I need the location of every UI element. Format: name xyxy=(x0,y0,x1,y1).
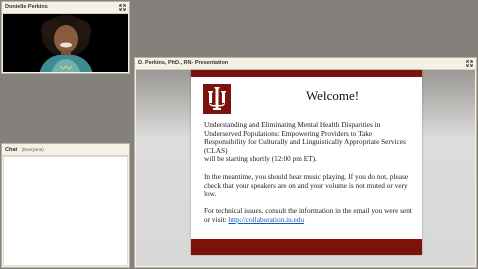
presentation-pod: D. Perkins, PhD., RN- Presentation Welco… xyxy=(134,57,477,268)
slide-heading: Welcome! xyxy=(305,88,360,103)
chat-pod-title: Chat (Everyone) xyxy=(2,144,129,156)
expand-icon[interactable] xyxy=(466,60,473,67)
slide-start-note: will be starting shortly (12:00 pm ET). xyxy=(204,154,317,163)
camera-pod: Donielle Perkins xyxy=(1,1,130,74)
camera-pod-title: Donielle Perkins xyxy=(2,2,129,14)
expand-icon[interactable] xyxy=(119,4,126,11)
slide-top-bar xyxy=(191,70,422,77)
slide: Welcome! Understanding and Eliminating M… xyxy=(191,70,422,255)
presentation-pod-title: D. Perkins, PhD., RN- Presentation xyxy=(135,58,476,70)
chat-messages-area[interactable] xyxy=(3,156,128,266)
webcam-video xyxy=(3,14,128,72)
chat-pod: Chat (Everyone) xyxy=(1,143,130,268)
chat-title: Chat xyxy=(5,147,18,153)
chat-scope[interactable]: (Everyone) xyxy=(22,147,44,152)
iu-trident-logo xyxy=(203,84,231,114)
support-link[interactable]: http://collaboration.iu.edu xyxy=(228,215,304,224)
slide-bottom-bar xyxy=(191,239,422,255)
presenter-portrait xyxy=(3,14,128,72)
slide-topic: Understanding and Eliminating Mental Hea… xyxy=(204,120,406,155)
presentation-stage: Welcome! Understanding and Eliminating M… xyxy=(136,70,475,266)
slide-music-note: In the meantime, you should hear music p… xyxy=(204,172,409,199)
slide-tech-note: For technical issues, consult the inform… xyxy=(204,206,416,224)
